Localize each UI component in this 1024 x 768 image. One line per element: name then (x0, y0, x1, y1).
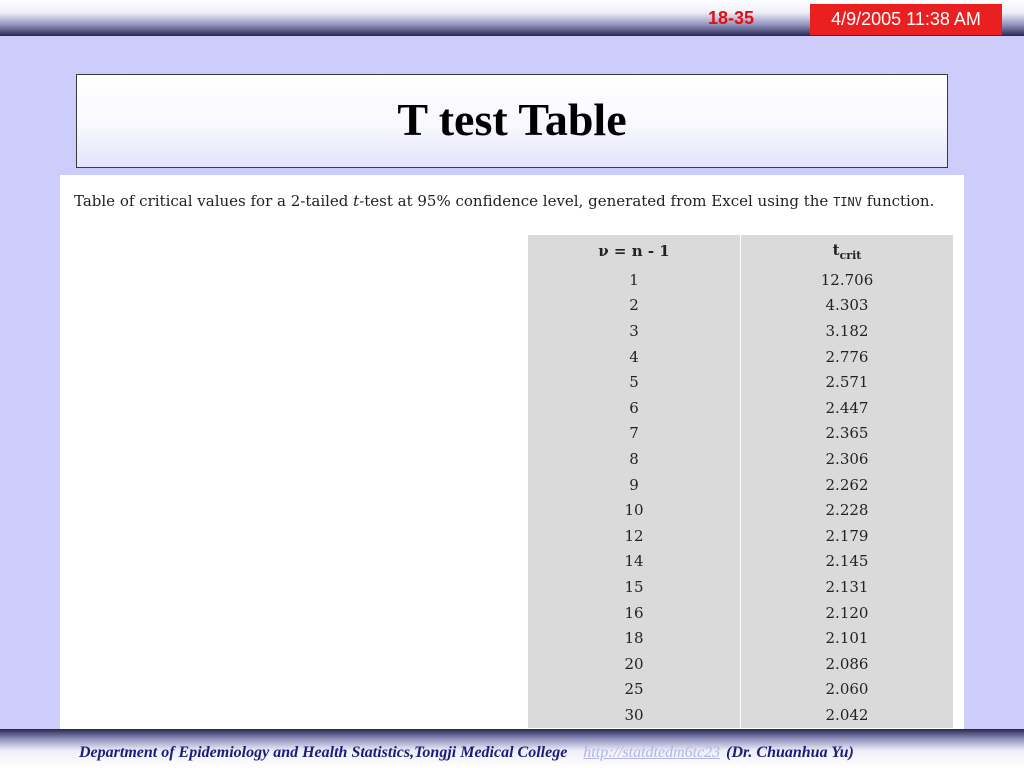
table-row: 3 3.182 (527, 318, 954, 344)
table-row: 25 2.060 (527, 676, 954, 703)
footer: Department of Epidemiology and Health St… (79, 744, 1019, 762)
caption-suffix: function. (861, 192, 935, 210)
header-t-crit: tcrit (740, 233, 954, 267)
tcrit-cell: 2.060 (740, 676, 954, 703)
tcrit-cell: 4.303 (740, 292, 954, 319)
footer-link[interactable]: http://statdtedm6tc23 (583, 744, 720, 761)
table-row: 8 2.306 (527, 446, 954, 472)
slide-title: T test Table (397, 94, 627, 145)
date-text: 4/9/2005 11:38 AM (831, 9, 981, 29)
tcrit-cell: 2.101 (740, 625, 954, 651)
table-row: 18 2.101 (527, 625, 954, 651)
df-cell: 20 (527, 650, 741, 677)
tcrit-cell: 2.042 (740, 702, 954, 728)
table-row: 30 2.042 (527, 702, 954, 728)
header-crit-sub: crit (839, 248, 862, 262)
df-cell: 30 (527, 702, 741, 728)
table-body: 1 12.706 2 4.303 3 3.182 4 2.776 5 2.571 6 2.4… (527, 267, 954, 728)
table-row: 15 2.131 (527, 574, 954, 600)
df-cell: 5 (527, 369, 741, 395)
df-cell: 6 (527, 394, 741, 421)
slide-number: 18-35 (708, 8, 755, 28)
tcrit-cell: 2.086 (740, 650, 954, 677)
table-row: 6 2.447 (527, 394, 954, 421)
footer-department: Department of Epidemiology and Health St… (79, 744, 568, 761)
table-header-row: ν = n - 1 tcrit (527, 233, 954, 267)
tcrit-cell: 2.120 (740, 599, 954, 626)
table-row: 14 2.145 (527, 548, 954, 575)
df-cell: 16 (527, 599, 741, 626)
critical-values-table: ν = n - 1 tcrit 1 12.706 2 4.303 3 3.182 42… (527, 233, 954, 728)
caption-prefix: Table of critical values for a 2-tailed (74, 192, 354, 210)
tcrit-cell: 2.447 (740, 394, 954, 421)
df-cell: 8 (527, 446, 741, 472)
df-cell: 18 (527, 625, 741, 651)
tcrit-cell: 2.571 (740, 369, 954, 395)
tcrit-cell: 2.262 (740, 471, 954, 498)
tcrit-cell: 2.776 (740, 343, 954, 370)
df-cell: 2 (527, 292, 741, 319)
content-panel: Table of critical values for a 2-tailed … (60, 175, 964, 729)
tcrit-cell: 2.131 (740, 574, 954, 600)
tcrit-cell: 3.182 (740, 318, 954, 344)
date-badge: 4/9/2005 11:38 AM (810, 4, 1002, 35)
tcrit-cell: 2.365 (740, 420, 954, 447)
table-row: 10 2.228 (527, 497, 954, 523)
table-row: 16 2.120 (527, 599, 954, 626)
df-cell: 9 (527, 471, 741, 498)
tcrit-cell: 12.706 (740, 267, 954, 293)
tcrit-cell: 2.228 (740, 497, 954, 523)
df-cell: 7 (527, 420, 741, 447)
tcrit-cell: 2.306 (740, 446, 954, 472)
table-row: 4 2.776 (527, 343, 954, 370)
table-caption: Table of critical values for a 2-tailed … (74, 192, 954, 210)
header-degrees-of-freedom: ν = n - 1 (527, 233, 741, 267)
table-row: 12 2.179 (527, 522, 954, 549)
caption-middle: -test at 95% confidence level, generated… (359, 192, 834, 210)
footer-author: (Dr. Chuanhua Yu) (726, 744, 854, 761)
table-row: 20 2.086 (527, 650, 954, 677)
df-cell: 4 (527, 343, 741, 370)
df-cell: 1 (527, 267, 741, 293)
df-cell: 14 (527, 548, 741, 575)
table-row: 5 2.571 (527, 369, 954, 395)
table-row: 9 2.262 (527, 471, 954, 498)
table-row: 2 4.303 (527, 292, 954, 319)
df-cell: 25 (527, 676, 741, 703)
df-cell: 15 (527, 574, 741, 600)
header-t: t (832, 240, 840, 259)
tcrit-cell: 2.145 (740, 548, 954, 575)
df-cell: 12 (527, 522, 741, 549)
caption-function: TINV (833, 195, 862, 209)
tcrit-cell: 2.179 (740, 522, 954, 549)
df-cell: 3 (527, 318, 741, 344)
df-cell: 10 (527, 497, 741, 523)
table-row: 1 12.706 (527, 267, 954, 293)
title-box: T test Table (76, 74, 948, 168)
table-row: 7 2.365 (527, 420, 954, 447)
